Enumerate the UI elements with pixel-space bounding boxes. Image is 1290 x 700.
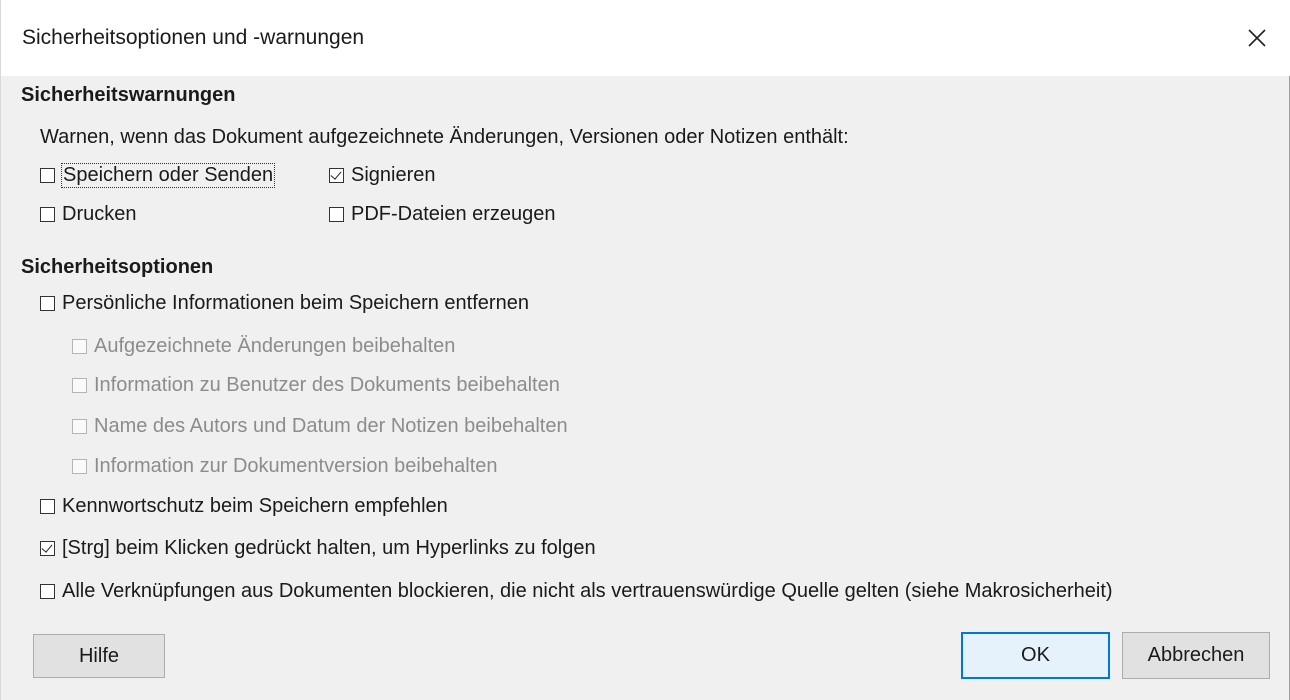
checkbox-keep-version-label: Information zur Dokumentversion beibehal…: [94, 455, 498, 477]
checkbox-sign-label: Signieren: [351, 164, 436, 186]
checkbox-keep-user-info-box: [72, 378, 87, 393]
title-bar: Sicherheitsoptionen und -warnungen: [1, 0, 1290, 76]
help-button[interactable]: Hilfe: [33, 634, 165, 678]
checkbox-keep-version-box: [72, 459, 87, 474]
checkbox-print-label: Drucken: [62, 203, 137, 225]
checkbox-print[interactable]: Drucken: [40, 203, 136, 226]
dialog-title: Sicherheitsoptionen und -warnungen: [22, 26, 365, 49]
ok-button[interactable]: OK: [961, 632, 1110, 679]
checkbox-pdf-label: PDF-Dateien erzeugen: [351, 203, 556, 225]
checkbox-block-links-box[interactable]: [40, 584, 55, 599]
checkbox-keep-author-box: [72, 419, 87, 434]
checkbox-keep-author: Name des Autors und Datum der Notizen be…: [72, 415, 568, 438]
checkbox-ctrl-click-box[interactable]: [40, 541, 55, 556]
checkbox-save-send[interactable]: Speichern oder Senden: [40, 163, 276, 188]
close-button[interactable]: [1237, 18, 1277, 58]
security-warnings-heading: Sicherheitswarnungen: [21, 84, 236, 106]
checkbox-sign[interactable]: Signieren: [329, 164, 436, 187]
cancel-button[interactable]: Abbrechen: [1122, 632, 1270, 679]
checkbox-password-recommend-box[interactable]: [40, 499, 55, 514]
checkbox-ctrl-click-label: [Strg] beim Klicken gedrückt halten, um …: [62, 537, 596, 559]
checkbox-keep-author-label: Name des Autors und Datum der Notizen be…: [94, 415, 568, 437]
checkbox-keep-user-info: Information zu Benutzer des Dokuments be…: [72, 374, 560, 397]
checkbox-save-send-box[interactable]: [40, 168, 55, 183]
checkbox-keep-version: Information zur Dokumentversion beibehal…: [72, 455, 498, 478]
checkbox-remove-personal-info-box[interactable]: [40, 296, 55, 311]
checkbox-print-box[interactable]: [40, 207, 55, 222]
checkbox-block-links[interactable]: Alle Verknüpfungen aus Dokumenten blocki…: [40, 580, 1113, 603]
checkbox-save-send-label: Speichern oder Senden: [60, 163, 276, 188]
checkbox-remove-personal-info-label: Persönliche Informationen beim Speichern…: [62, 292, 529, 314]
checkbox-password-recommend-label: Kennwortschutz beim Speichern empfehlen: [62, 495, 448, 517]
checkbox-remove-personal-info[interactable]: Persönliche Informationen beim Speichern…: [40, 292, 529, 315]
checkbox-keep-user-info-label: Information zu Benutzer des Dokuments be…: [94, 374, 560, 396]
checkbox-block-links-label: Alle Verknüpfungen aus Dokumenten blocki…: [62, 580, 1113, 602]
warnings-description: Warnen, wenn das Dokument aufgezeichnete…: [40, 126, 849, 148]
checkbox-pdf-box[interactable]: [329, 207, 344, 222]
checkbox-password-recommend[interactable]: Kennwortschutz beim Speichern empfehlen: [40, 495, 448, 518]
checkbox-sign-box[interactable]: [329, 168, 344, 183]
checkbox-pdf[interactable]: PDF-Dateien erzeugen: [329, 203, 556, 226]
checkbox-keep-changes-label: Aufgezeichnete Änderungen beibehalten: [94, 335, 456, 357]
close-icon: [1248, 29, 1266, 47]
security-options-heading: Sicherheitsoptionen: [21, 256, 214, 278]
checkbox-keep-changes: Aufgezeichnete Änderungen beibehalten: [72, 335, 455, 358]
checkbox-ctrl-click[interactable]: [Strg] beim Klicken gedrückt halten, um …: [40, 537, 596, 560]
checkbox-keep-changes-box: [72, 339, 87, 354]
security-options-dialog: Sicherheitsoptionen und -warnungen Siche…: [0, 0, 1290, 700]
